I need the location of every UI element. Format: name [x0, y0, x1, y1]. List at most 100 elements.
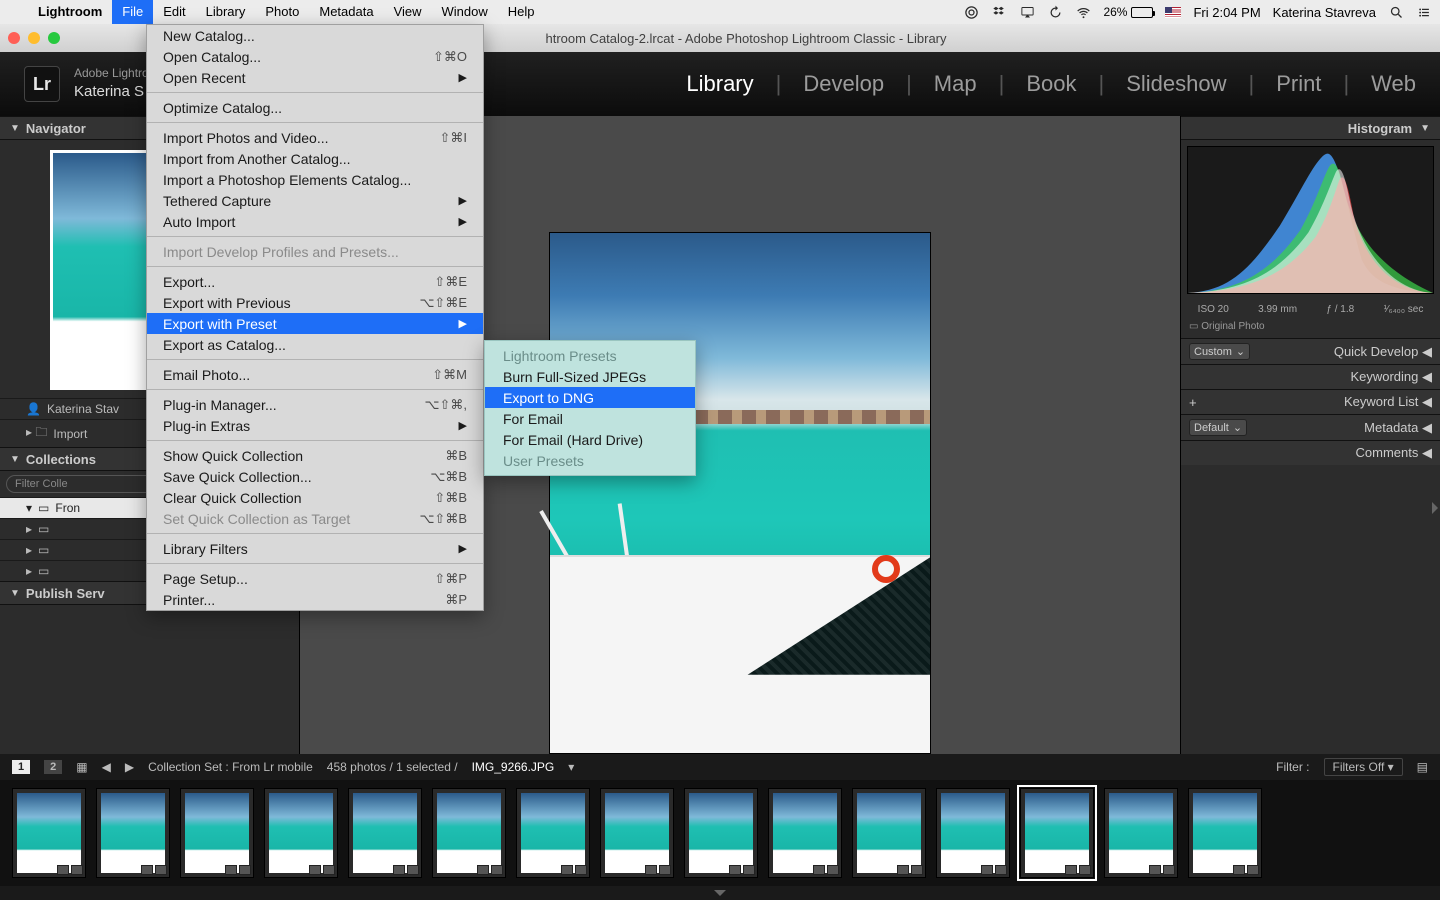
filmstrip-thumb[interactable] — [516, 788, 590, 878]
file-menu-item[interactable]: Plug-in Manager...⌥⇧⌘, — [147, 394, 483, 415]
quickdev-preset-select[interactable]: Custom ⌄ — [1189, 343, 1250, 360]
file-menu-item[interactable]: Open Catalog...⇧⌘O — [147, 46, 483, 67]
menu-photo[interactable]: Photo — [255, 0, 309, 24]
filmstrip[interactable] — [0, 780, 1440, 886]
window-zoom[interactable] — [48, 32, 60, 44]
filmstrip-thumb[interactable] — [264, 788, 338, 878]
file-menu-item[interactable]: Export as Catalog... — [147, 334, 483, 355]
filmstrip-thumb[interactable] — [1104, 788, 1178, 878]
menubar-user[interactable]: Katerina Stavreva — [1273, 5, 1376, 20]
filmstrip-thumb[interactable] — [684, 788, 758, 878]
module-develop[interactable]: Develop — [803, 71, 884, 97]
file-menu-item[interactable]: Show Quick Collection⌘B — [147, 445, 483, 466]
file-menu-item[interactable]: Import a Photoshop Elements Catalog... — [147, 169, 483, 190]
preset-item[interactable]: For Email (Hard Drive) — [485, 429, 695, 450]
filmstrip-thumb[interactable] — [12, 788, 86, 878]
histogram-header[interactable]: Histogram ▼ — [1181, 116, 1440, 140]
dropbox-icon[interactable] — [991, 4, 1007, 20]
file-menu-item[interactable]: Tethered Capture▶ — [147, 190, 483, 211]
keywording-header[interactable]: Keywording ◀ — [1181, 364, 1440, 389]
filter-lock-icon[interactable]: ▤ — [1417, 760, 1428, 774]
module-web[interactable]: Web — [1371, 71, 1416, 97]
filmstrip-thumb[interactable] — [768, 788, 842, 878]
nav-forward[interactable]: ▶ — [125, 760, 134, 774]
file-menu-item[interactable]: Import from Another Catalog... — [147, 148, 483, 169]
module-slideshow[interactable]: Slideshow — [1126, 71, 1226, 97]
filmstrip-thumb[interactable] — [852, 788, 926, 878]
file-menu-item[interactable]: Plug-in Extras▶ — [147, 415, 483, 436]
window-layout-1[interactable]: 1 — [12, 760, 30, 774]
input-source-flag-icon[interactable] — [1165, 7, 1181, 18]
control-center-icon[interactable] — [1416, 4, 1432, 20]
app-menu[interactable]: Lightroom — [28, 0, 112, 24]
wifi-icon[interactable] — [1075, 4, 1091, 20]
file-menu-item[interactable]: Export...⇧⌘E — [147, 271, 483, 292]
preset-group-header: Lightroom Presets — [485, 345, 695, 366]
file-menu-item[interactable]: Save Quick Collection...⌥⌘B — [147, 466, 483, 487]
preset-item[interactable]: Burn Full-Sized JPEGs — [485, 366, 695, 387]
filmstrip-thumb[interactable] — [180, 788, 254, 878]
airplay-icon[interactable] — [1019, 4, 1035, 20]
filmstrip-thumb[interactable] — [348, 788, 422, 878]
filmstrip-thumb[interactable] — [600, 788, 674, 878]
file-menu-item[interactable]: Export with Previous⌥⇧⌘E — [147, 292, 483, 313]
quick-develop-header[interactable]: Custom ⌄ Quick Develop ◀ — [1181, 338, 1440, 364]
chevron-right-icon: ▸ — [26, 564, 32, 578]
preset-item[interactable]: For Email — [485, 408, 695, 429]
right-panel-handle[interactable] — [1430, 488, 1440, 528]
file-menu-item[interactable]: Page Setup...⇧⌘P — [147, 568, 483, 589]
menu-edit[interactable]: Edit — [153, 0, 195, 24]
module-library[interactable]: Library — [686, 71, 753, 97]
nav-back[interactable]: ◀ — [102, 760, 111, 774]
file-menu-item[interactable]: Printer...⌘P — [147, 589, 483, 610]
menubar-clock[interactable]: Fri 2:04 PM — [1193, 5, 1260, 20]
histogram-display[interactable] — [1187, 146, 1434, 294]
module-book[interactable]: Book — [1026, 71, 1076, 97]
filmstrip-thumb[interactable] — [936, 788, 1010, 878]
timemachine-icon[interactable] — [1047, 4, 1063, 20]
preset-item[interactable]: Export to DNG — [485, 387, 695, 408]
spotlight-icon[interactable] — [1388, 4, 1404, 20]
menu-metadata[interactable]: Metadata — [309, 0, 383, 24]
navigator-label: Navigator — [26, 121, 86, 136]
module-map[interactable]: Map — [934, 71, 977, 97]
grid-icon[interactable]: ▦ — [76, 760, 87, 774]
menu-help[interactable]: Help — [498, 0, 545, 24]
collection-icon: ▭ — [38, 501, 49, 515]
module-print[interactable]: Print — [1276, 71, 1321, 97]
add-keyword-button[interactable]: + — [1189, 395, 1209, 410]
file-menu-item[interactable]: Library Filters▶ — [147, 538, 483, 559]
metadata-header[interactable]: Default ⌄ Metadata ◀ — [1181, 414, 1440, 440]
comments-header[interactable]: Comments ◀ — [1181, 440, 1440, 465]
window-minimize[interactable] — [28, 32, 40, 44]
file-menu-item[interactable]: Import Photos and Video...⇧⌘I — [147, 127, 483, 148]
file-menu-item[interactable]: Email Photo...⇧⌘M — [147, 364, 483, 385]
filter-dropdown[interactable]: Filters Off ▾ — [1324, 758, 1403, 776]
file-menu-item[interactable]: Export with Preset▶ — [147, 313, 483, 334]
menu-library[interactable]: Library — [196, 0, 256, 24]
filmstrip-thumb[interactable] — [96, 788, 170, 878]
menu-view[interactable]: View — [384, 0, 432, 24]
menu-file[interactable]: File — [112, 0, 153, 24]
filmstrip-thumb[interactable] — [1188, 788, 1262, 878]
filmstrip-thumb[interactable] — [1020, 788, 1094, 878]
menu-window[interactable]: Window — [432, 0, 498, 24]
file-menu-item[interactable]: Optimize Catalog... — [147, 97, 483, 118]
chevron-down-icon: ▼ — [1420, 123, 1430, 134]
comments-label: Comments — [1356, 445, 1419, 460]
bottom-panel-handle[interactable] — [0, 886, 1440, 900]
window-layout-2[interactable]: 2 — [44, 760, 62, 774]
file-menu-item[interactable]: Clear Quick Collection⇧⌘B — [147, 487, 483, 508]
filmstrip-thumb[interactable] — [432, 788, 506, 878]
window-close[interactable] — [8, 32, 20, 44]
file-menu-item[interactable]: New Catalog... — [147, 25, 483, 46]
battery-indicator[interactable]: 26% — [1103, 5, 1153, 19]
apple-menu[interactable] — [8, 0, 28, 24]
keyword-list-header[interactable]: + Keyword List ◀ — [1181, 389, 1440, 414]
filename-menu[interactable]: ▾ — [568, 760, 574, 774]
cc-icon[interactable] — [963, 4, 979, 20]
preview-image[interactable] — [550, 233, 930, 753]
metadata-preset-select[interactable]: Default ⌄ — [1189, 419, 1247, 436]
file-menu-item[interactable]: Auto Import▶ — [147, 211, 483, 232]
file-menu-item[interactable]: Open Recent▶ — [147, 67, 483, 88]
